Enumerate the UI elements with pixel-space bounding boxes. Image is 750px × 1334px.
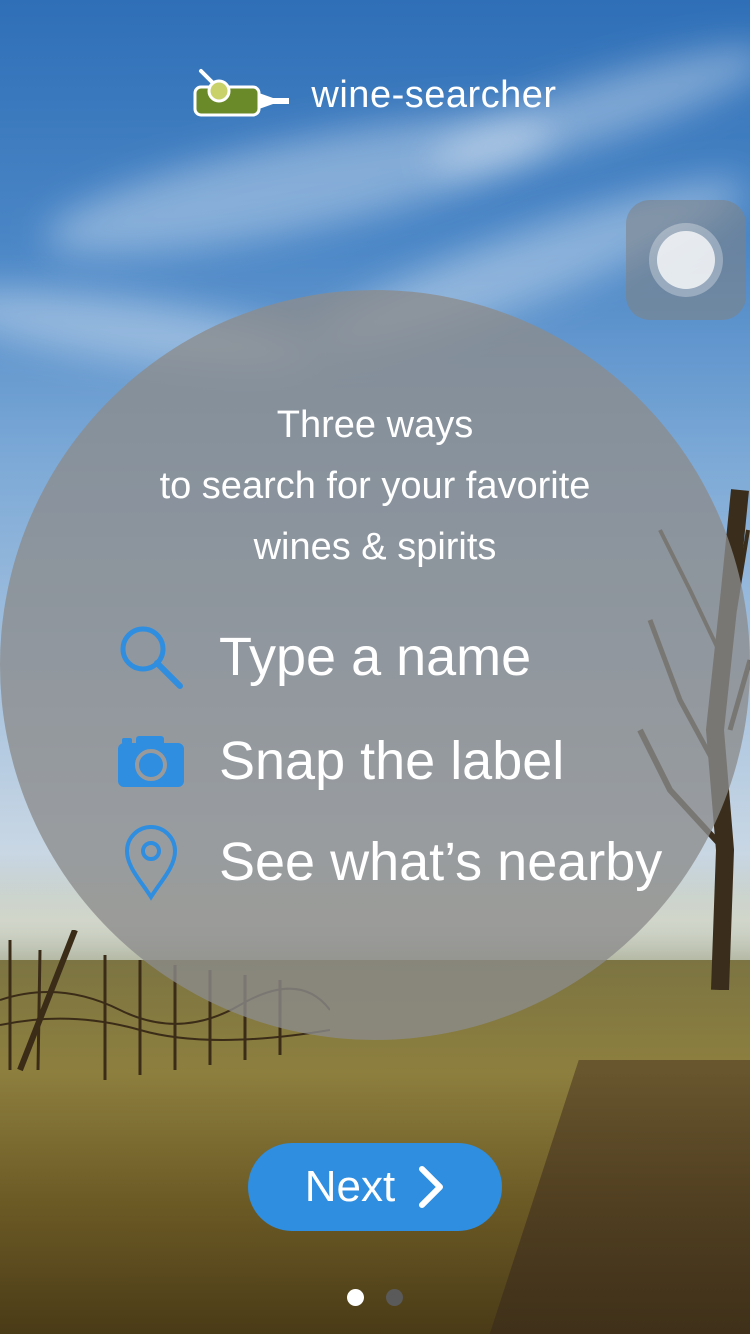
intro-headline: Three ways to search for your favorite w… xyxy=(0,395,750,578)
page-dot-active[interactable] xyxy=(347,1289,364,1306)
assistive-touch-button[interactable] xyxy=(626,200,746,320)
headline-line: Three ways xyxy=(276,404,474,446)
app-header: wine-searcher xyxy=(0,55,750,135)
assistive-touch-icon xyxy=(657,231,715,289)
option-label: See what’s nearby xyxy=(219,832,663,892)
page-dot[interactable] xyxy=(386,1289,403,1306)
camera-icon xyxy=(115,725,187,797)
headline-line: wines & spirits xyxy=(253,526,497,568)
search-icon xyxy=(115,621,187,693)
location-pin-icon xyxy=(115,825,187,901)
assistive-touch-ring xyxy=(649,223,723,297)
brand-name: wine-searcher xyxy=(311,73,557,116)
onboarding-screen: wine-searcher Three ways to search for y… xyxy=(0,0,750,1334)
next-button-label: Next xyxy=(304,1162,396,1211)
option-type-name: Type a name xyxy=(115,617,531,697)
next-button[interactable]: Next xyxy=(248,1143,502,1231)
chevron-right-icon xyxy=(419,1166,444,1208)
option-label: Snap the label xyxy=(219,731,565,791)
headline-line: to search for your favorite xyxy=(159,465,591,507)
option-label: Type a name xyxy=(219,627,532,687)
option-nearby: See what’s nearby xyxy=(115,822,662,902)
wine-bottle-magnifier-icon xyxy=(193,69,290,117)
option-snap-label: Snap the label xyxy=(115,721,564,801)
page-indicator xyxy=(0,1289,750,1306)
